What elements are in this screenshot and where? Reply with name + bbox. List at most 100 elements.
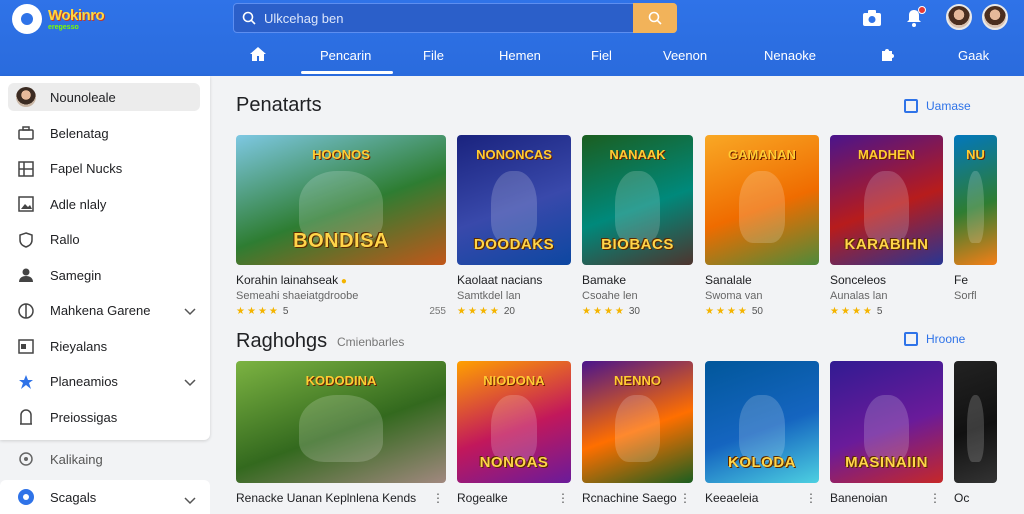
card-subtitle: Samtkdel lan	[457, 290, 521, 302]
tab-hemen[interactable]: Hemen	[499, 48, 541, 63]
sidebar-item-rieyalans[interactable]: Rieyalans	[8, 332, 200, 360]
search-input[interactable]: Ulkcehag ben	[264, 11, 344, 26]
card-title[interactable]: Sonceleos	[830, 273, 886, 287]
game-card[interactable]: NONONCAS DOODAKS Kaolaat nacians Samtkdel l…	[457, 135, 571, 317]
card-title[interactable]: Banenoian	[830, 491, 887, 505]
search-button[interactable]	[633, 3, 677, 33]
rating: ★ ★ ★ ★ 5	[830, 306, 943, 317]
search-bar[interactable]: Ulkcehag ben	[233, 3, 677, 33]
star-icon: ★	[257, 306, 267, 317]
card-title[interactable]: Renacke Uanan Keplnlena Kends	[236, 491, 416, 505]
tab-gaak[interactable]: Gaak	[958, 48, 989, 63]
sidebar-item-scagals[interactable]: Scagals	[0, 480, 210, 514]
game-card[interactable]: Oc	[954, 361, 997, 505]
sidebar-item-fapel-nucks[interactable]: Fapel Nucks	[8, 155, 200, 183]
sidebar-item-samegin[interactable]: Samegin	[8, 261, 200, 289]
thumbnail-banner: GAMANAN	[728, 147, 796, 162]
game-card[interactable]: MADHEN KARABIHN Sonceleos Aunalas lan ★ ★ ★ ★ 5	[830, 135, 943, 317]
star-icon: ★	[592, 306, 602, 317]
game-thumbnail[interactable]: NU	[954, 135, 997, 265]
settings-icon	[16, 487, 36, 507]
bag-icon	[16, 407, 36, 427]
card-title[interactable]: Sanalale	[705, 273, 752, 287]
chevron-down-icon[interactable]	[184, 493, 196, 508]
game-thumbnail[interactable]: MADHEN KARABIHN	[830, 135, 943, 265]
tab-nenaoke[interactable]: Nenaoke	[764, 48, 816, 63]
tab-pencarin[interactable]: Pencarin	[320, 48, 371, 63]
card-title[interactable]: Keeaeleia	[705, 491, 758, 505]
tab-veenon[interactable]: Veenon	[663, 48, 707, 63]
bell-icon[interactable]	[902, 6, 926, 30]
game-thumbnail[interactable]: NONONCAS DOODAKS	[457, 135, 571, 265]
more-options-icon[interactable]: ⋮	[679, 491, 691, 505]
more-options-icon[interactable]: ⋮	[929, 491, 941, 505]
section-action-link[interactable]: Uamase	[904, 99, 971, 113]
sidebar-item-mahkena-garene[interactable]: Mahkena Garene	[8, 297, 200, 325]
card-title[interactable]: Rogealke	[457, 491, 508, 505]
game-card[interactable]: NANAAK BIOBACS Bamake Csoahe len ★ ★ ★ ★ 30	[582, 135, 693, 317]
card-title[interactable]: Kaolaat nacians	[457, 273, 542, 287]
briefcase-icon	[16, 123, 36, 143]
card-title[interactable]: Rcnachine Saego	[582, 491, 677, 505]
sidebar-item-label: Mahkena Garene	[50, 303, 151, 318]
section-action-link[interactable]: Hroone	[904, 332, 965, 346]
grid-icon	[16, 159, 36, 179]
sidebar-item-planeamios[interactable]: Planeamios	[8, 368, 200, 396]
tab-file[interactable]: File	[423, 48, 444, 63]
avatar-secondary[interactable]	[982, 4, 1008, 30]
game-card[interactable]: NIODONA NONOAS Rogealke ⋮	[457, 361, 571, 505]
home-icon[interactable]	[249, 46, 267, 65]
sidebar-item-label: Rallo	[50, 232, 80, 247]
game-card[interactable]: HOONOS BONDISA Korahin lainahseak ● Semeahi…	[236, 135, 446, 317]
character-art	[966, 395, 985, 463]
shield-icon	[16, 230, 36, 250]
refresh-icon	[16, 449, 36, 469]
game-card[interactable]: MASINAIIN Banenoian ⋮	[830, 361, 943, 505]
game-card[interactable]: NENNO Rcnachine Saego ⋮	[582, 361, 693, 505]
game-card[interactable]: GAMANAN Sanalale Swoma van ★ ★ ★ ★ 50	[705, 135, 819, 317]
camera-icon[interactable]	[860, 6, 884, 30]
avatar[interactable]	[946, 4, 972, 30]
card-title[interactable]: Oc	[954, 491, 969, 505]
sidebar-item-adle-nlaly[interactable]: Adle nlaly	[8, 190, 200, 218]
puzzle-icon[interactable]	[880, 46, 896, 65]
card-title[interactable]: Korahin lainahseak	[236, 273, 338, 287]
game-thumbnail[interactable]: NANAAK BIOBACS	[582, 135, 693, 265]
card-title[interactable]: Bamake	[582, 273, 626, 287]
brand-name: Wokinro	[48, 6, 105, 24]
star-icon: ★	[737, 306, 747, 317]
thumbnail-title: KARABIHN	[844, 236, 929, 253]
rating: ★ ★ ★ ★ 5 255	[236, 306, 446, 317]
more-options-icon[interactable]: ⋮	[432, 491, 444, 505]
more-options-icon[interactable]: ⋮	[557, 491, 569, 505]
sidebar-item-rallo[interactable]: Rallo	[8, 226, 200, 254]
chevron-down-icon[interactable]	[184, 375, 196, 390]
sidebar-item-belenatag[interactable]: Belenatag	[8, 119, 200, 147]
game-thumbnail[interactable]: HOONOS BONDISA	[236, 135, 446, 265]
sidebar: Nounoleale Belenatag Fapel Nucks Adle nlal…	[0, 76, 210, 440]
game-thumbnail[interactable]: NIODONA NONOAS	[457, 361, 571, 483]
game-thumbnail[interactable]: NENNO	[582, 361, 693, 483]
rating-value: 5	[282, 306, 289, 317]
game-thumbnail[interactable]: KODODINA	[236, 361, 446, 483]
card-title[interactable]: Fe	[954, 273, 968, 287]
game-card[interactable]: KODODINA Renacke Uanan Keplnlena Kends ⋮	[236, 361, 446, 505]
star-icon: ★	[705, 306, 714, 317]
game-thumbnail[interactable]: MASINAIIN	[830, 361, 943, 483]
game-thumbnail[interactable]	[954, 361, 997, 483]
sidebar-item-profile[interactable]: Nounoleale	[8, 83, 200, 111]
chevron-down-icon[interactable]	[184, 304, 196, 319]
star-icon: ★	[582, 306, 591, 317]
external-link-icon	[904, 99, 918, 113]
sidebar-item-kalikaing[interactable]: Kalikaing	[0, 442, 210, 476]
tab-fiel[interactable]: Fiel	[591, 48, 612, 63]
game-card[interactable]: NU Fe Sorfl	[954, 135, 997, 302]
logo[interactable]: Wokinro eregesso	[12, 4, 105, 34]
more-options-icon[interactable]: ⋮	[805, 491, 817, 505]
top-bar: Wokinro eregesso Ulkcehag ben Pencarin F…	[0, 0, 1024, 76]
game-thumbnail[interactable]: GAMANAN	[705, 135, 819, 265]
sidebar-item-label: Kalikaing	[50, 451, 103, 467]
game-card[interactable]: KOLODA Keeaeleia ⋮	[705, 361, 819, 505]
sidebar-item-preiossigas[interactable]: Preiossigas	[8, 403, 200, 431]
game-thumbnail[interactable]: KOLODA	[705, 361, 819, 483]
